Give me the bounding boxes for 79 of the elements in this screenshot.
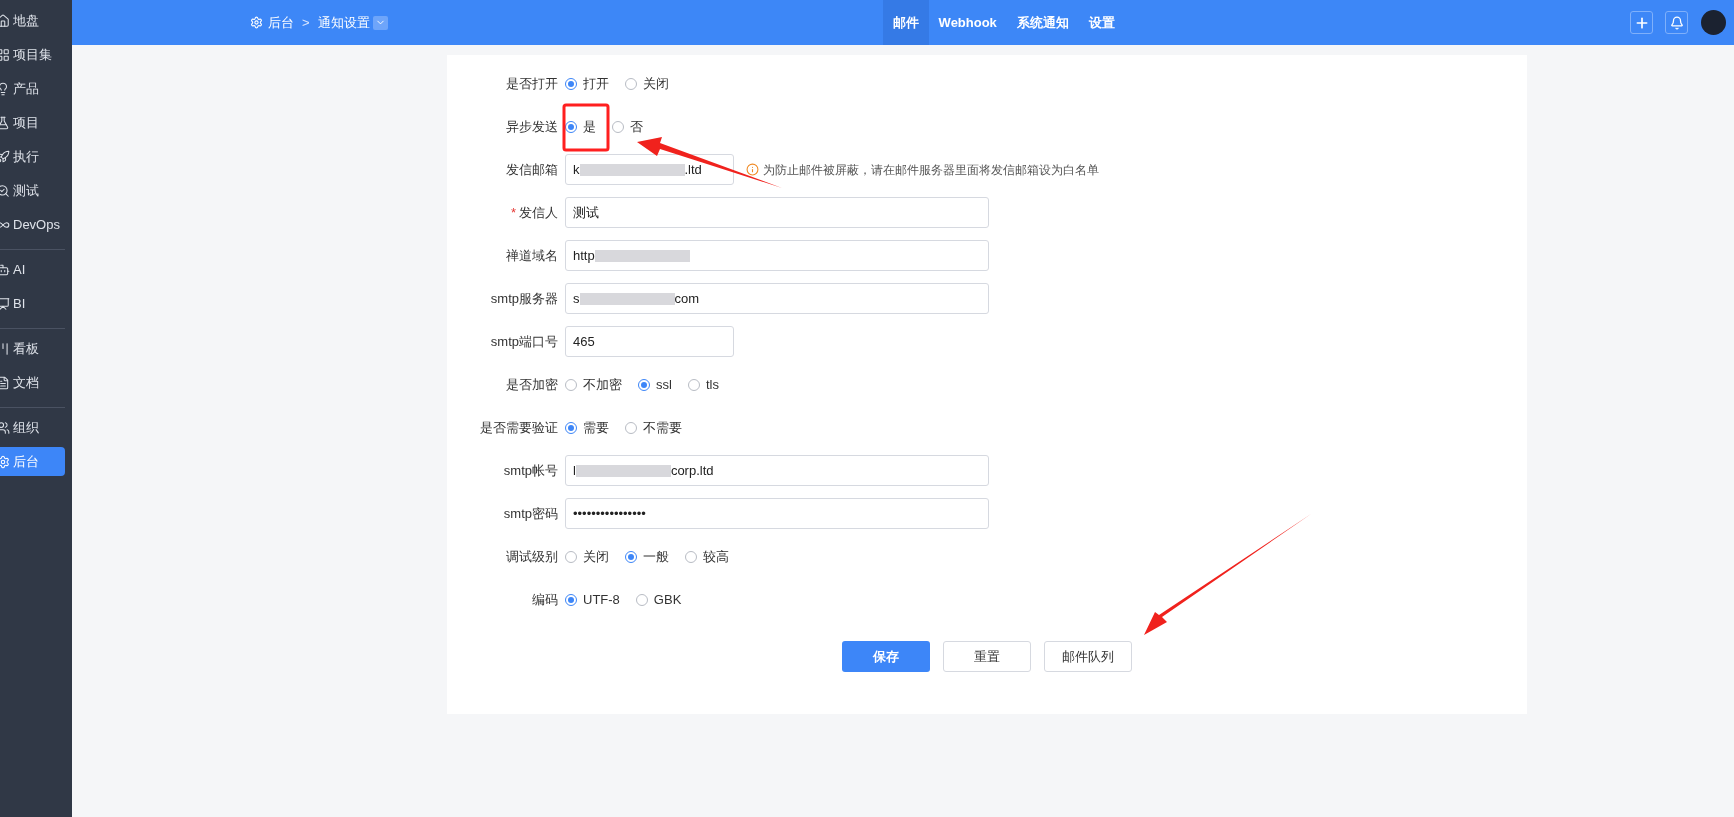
magnifier-icon [0,183,10,198]
radio-option[interactable]: 关闭 [625,73,669,94]
nav-tab[interactable]: 系统通知 [1006,0,1079,45]
radio-option[interactable]: 不加密 [565,374,622,395]
sidebar-item[interactable]: 执行 [0,142,65,171]
field-label: 异步发送 [506,117,558,136]
rocket-icon [0,149,10,164]
nav-tab[interactable]: 邮件 [882,0,929,45]
action-button[interactable]: 邮件队列 [1044,641,1132,672]
radio-option[interactable]: UTF-8 [565,589,620,610]
field-label: 发信人 [519,203,558,222]
radio-option[interactable]: 需要 [565,417,609,438]
lightbulb-icon [0,81,10,96]
nav-tab[interactable]: 设置 [1078,0,1125,45]
sidebar-item[interactable]: DevOps [0,210,65,239]
text-field[interactable]: 465 [565,326,734,357]
field-label: 调试级别 [506,547,558,566]
sidebar-item[interactable]: 产品 [0,74,65,103]
sidebar-item[interactable]: 看板 [0,334,65,363]
radio-option[interactable]: 一般 [625,546,669,567]
text-field[interactable]: 测试 [565,197,989,228]
radio-option[interactable]: 是 [565,116,596,137]
hint-text: 为防止邮件被屏蔽，请在邮件服务器里面将发信邮箱设为白名单 [763,161,1099,179]
text-field[interactable]: l corp.ltd [565,455,989,486]
radio-option[interactable]: 关闭 [565,546,609,567]
breadcrumb-separator: > [302,13,310,32]
grid-icon [0,47,10,62]
sidebar-item[interactable]: 文档 [0,368,65,397]
radio-option[interactable]: 不需要 [625,417,682,438]
text-field[interactable]: •••••••••••••••• [565,498,989,529]
field-label: 发信邮箱 [506,160,558,179]
chart-board-icon [0,296,10,311]
flask-icon [0,115,10,130]
text-field[interactable]: k .ltd [565,154,734,185]
field-label: 是否加密 [506,375,558,394]
field-label: 是否打开 [506,74,558,93]
people-icon [0,420,10,435]
sidebar-item[interactable]: 项目 [0,108,65,137]
required-mark: * [510,203,516,222]
nav-tab[interactable]: Webhook [928,0,1007,45]
document-icon [0,375,10,390]
dropdown-button[interactable] [372,15,388,30]
sidebar-item[interactable]: 项目集 [0,40,65,69]
sidebar-item[interactable]: 后台 [0,447,65,476]
field-label: smtp帐号 [503,461,558,480]
text-field[interactable]: http [565,240,989,271]
field-label: 是否需要验证 [480,418,558,437]
sidebar-item[interactable]: 测试 [0,176,65,205]
field-label: 禅道域名 [506,246,558,265]
avatar[interactable] [1701,10,1726,35]
radio-option[interactable]: 否 [612,116,643,137]
field-label: 编码 [532,590,558,609]
radio-option[interactable]: tls [687,374,719,395]
save-button[interactable]: 保存 [842,641,930,672]
home-icon [0,13,10,28]
settings-icon [250,16,263,29]
board-icon [0,341,10,356]
radio-option[interactable]: 较高 [685,546,729,567]
radio-option[interactable]: GBK [635,589,682,610]
radio-option[interactable]: ssl [638,374,672,395]
text-field[interactable]: s com [565,283,989,314]
notification-button[interactable] [1665,11,1688,34]
sidebar-item[interactable]: 组织 [0,413,65,442]
breadcrumb-item[interactable]: 通知设置 [317,12,370,33]
settings-icon [0,454,10,469]
field-label: smtp服务器 [490,289,558,308]
sidebar-item[interactable]: BI [0,289,65,318]
sidebar-item[interactable]: AI [0,255,65,284]
radio-option[interactable]: 打开 [565,73,609,94]
breadcrumb-item[interactable]: 后台 [268,12,294,33]
add-button[interactable] [1630,11,1653,34]
action-button[interactable]: 重置 [943,641,1031,672]
info-icon [746,163,759,176]
field-label: smtp密码 [503,504,558,523]
sidebar-item[interactable]: 地盘 [0,6,65,35]
bell-icon [1669,15,1684,30]
highlight-box [562,103,610,152]
robot-icon [0,262,10,277]
field-label: smtp端口号 [490,332,558,351]
